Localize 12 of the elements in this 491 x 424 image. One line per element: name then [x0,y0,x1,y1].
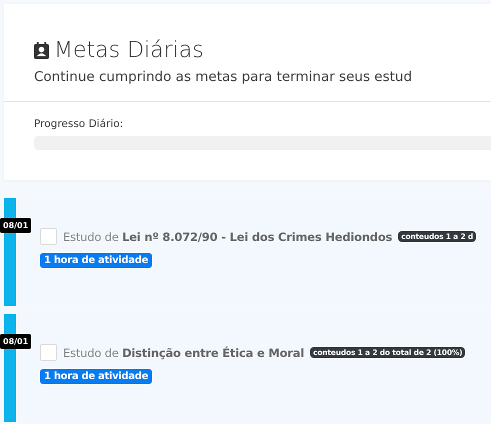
task-description: Estudo de Distinção entre Ética e Moral [63,346,304,360]
date-badge: 08/01 [0,218,32,233]
duration-badge: 1 hora de atividade [40,253,152,268]
contact-book-icon [34,42,49,58]
page-subtitle: Continue cumprindo as metas para terminar seus estud [34,69,414,85]
task-description: Estudo de Lei nº 8.072/90 - Lei dos Crimes Hediondos [63,230,392,244]
date-badge: 08/01 [0,334,32,349]
progress-label: Progresso Diário: [34,118,124,130]
page-title: Metas Diárias [54,38,204,62]
duration-badge: 1 hora de atividade [40,369,152,384]
checkbox[interactable] [40,228,57,245]
checkbox[interactable] [40,344,57,361]
